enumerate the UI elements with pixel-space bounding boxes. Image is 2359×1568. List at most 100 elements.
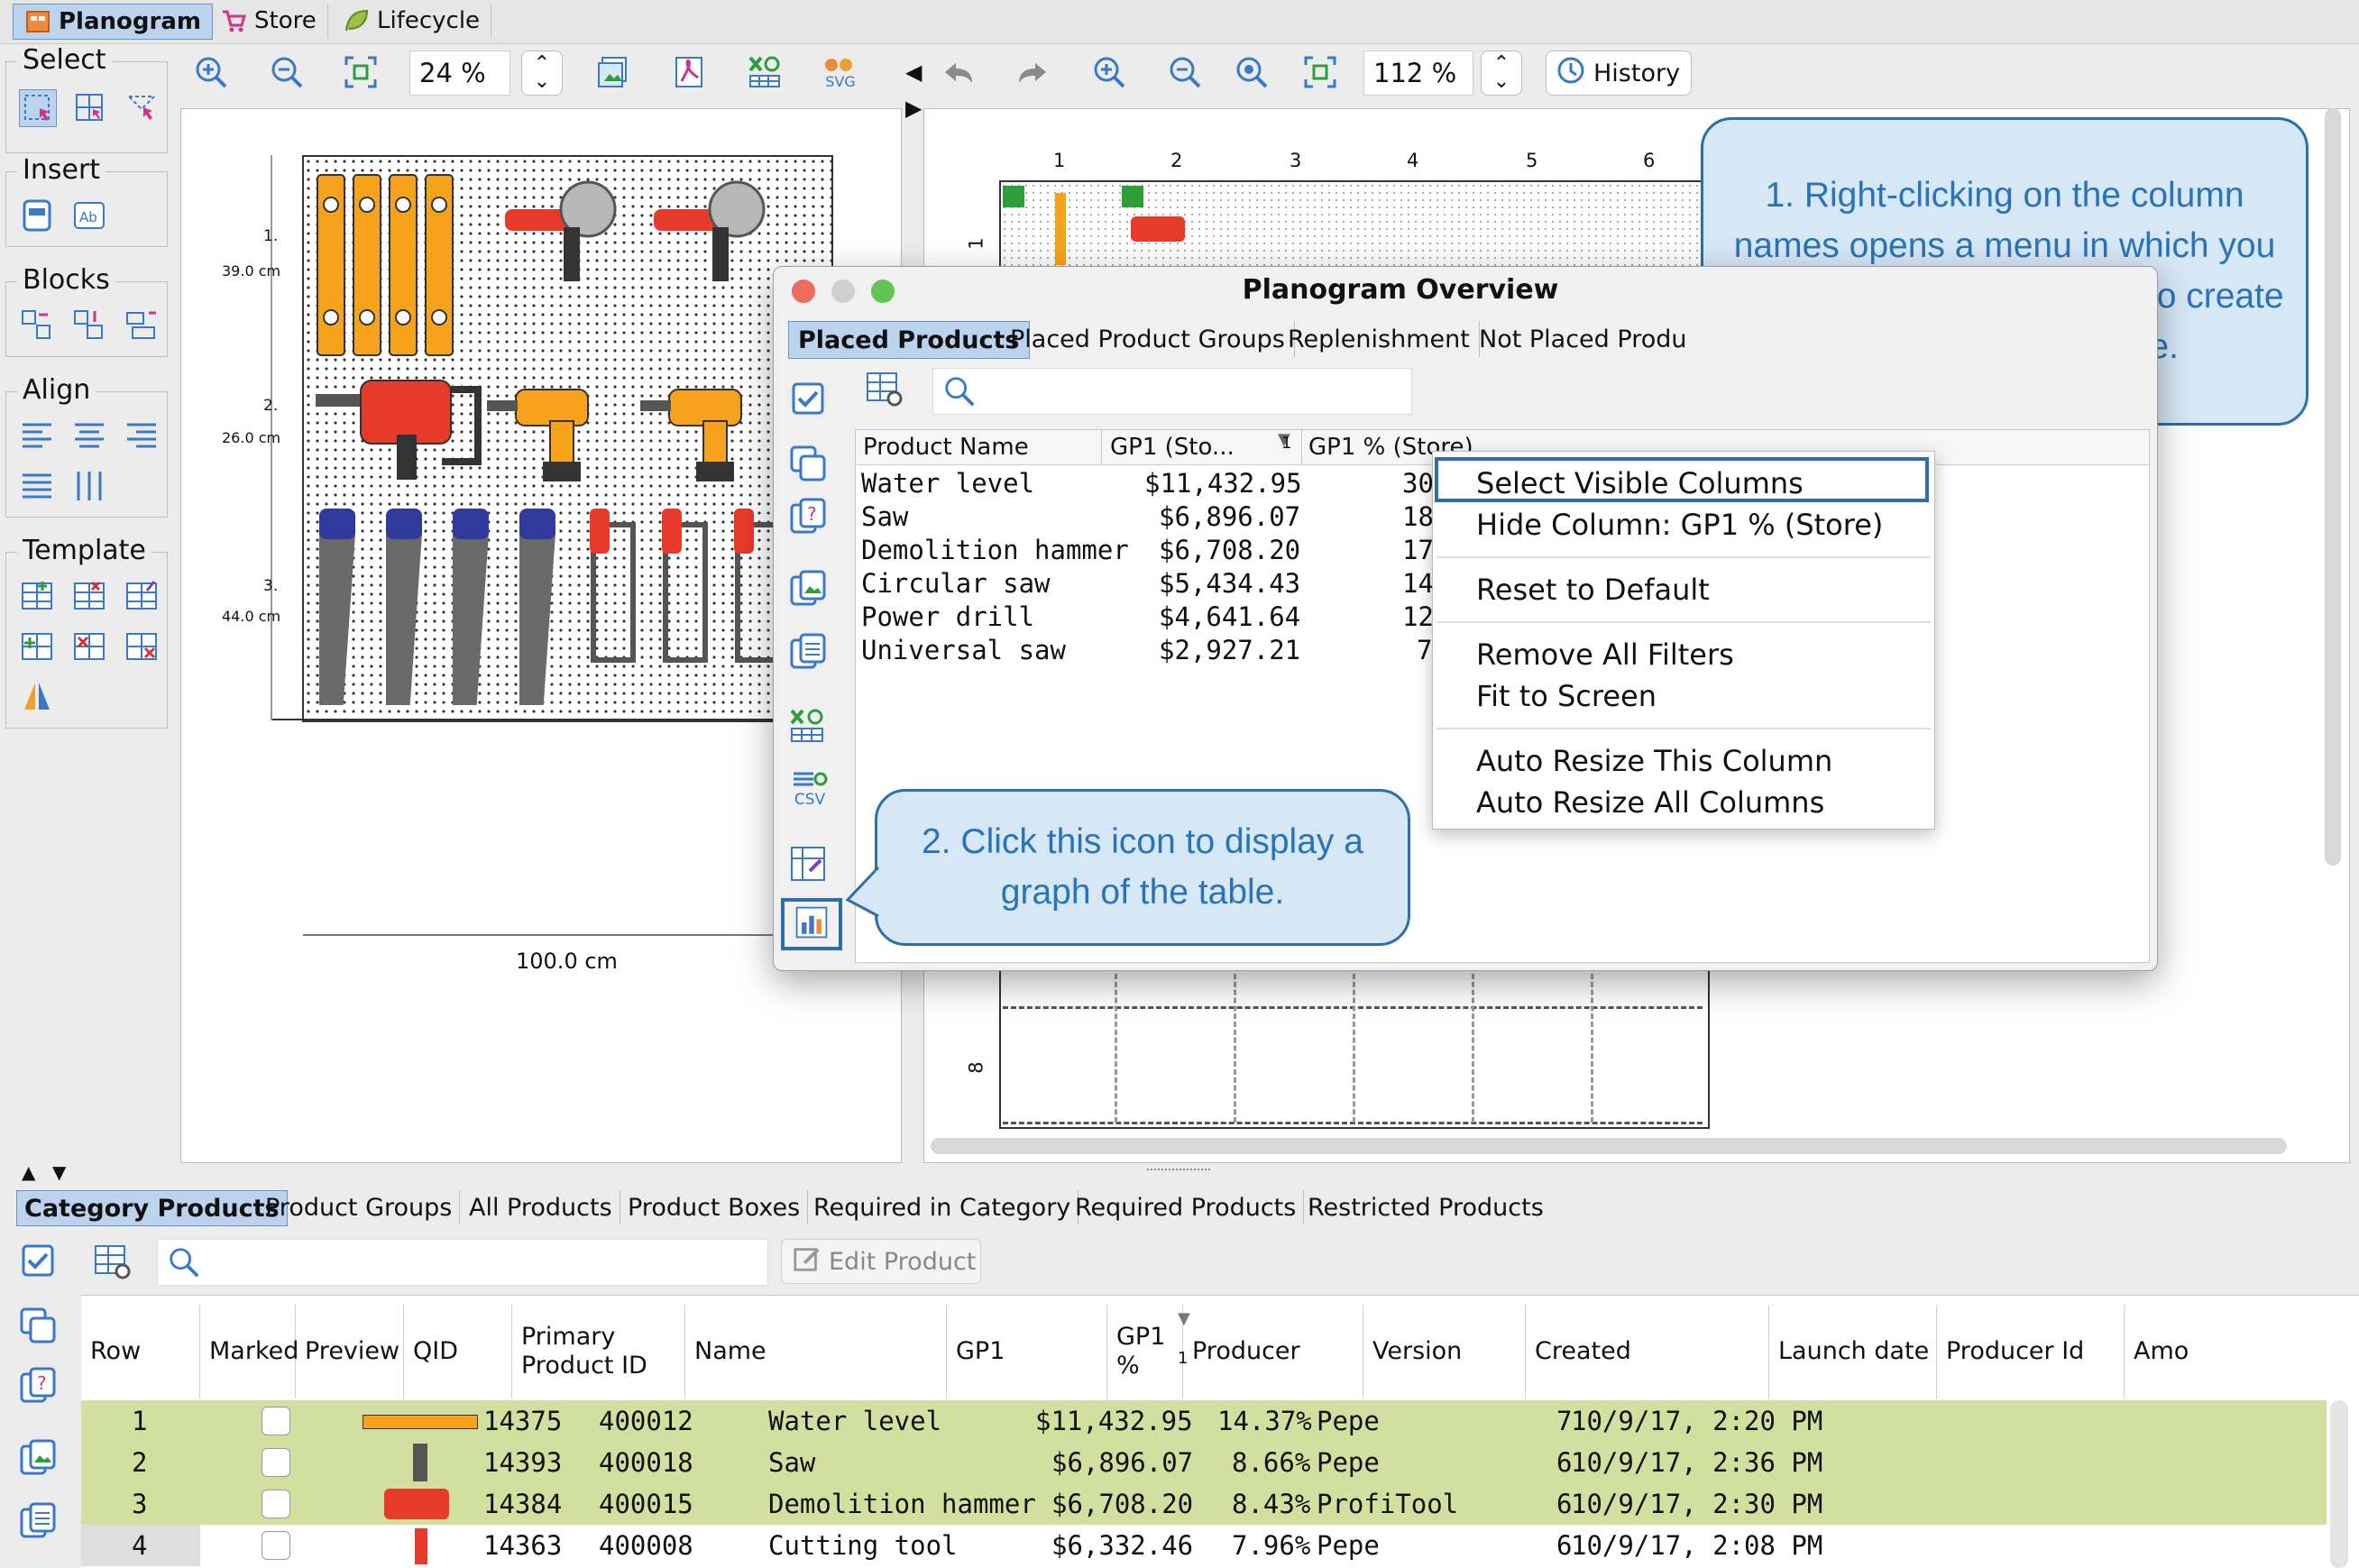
tab-product-groups[interactable]: Product Groups [258, 1190, 461, 1224]
vertical-scrollbar[interactable] [2325, 108, 2341, 866]
row-checkbox[interactable] [262, 1448, 290, 1477]
right-zoom-stepper[interactable]: ⌃ ⌄ [1481, 50, 1522, 96]
menu-reset-to-default[interactable]: Reset to Default [1476, 573, 1710, 607]
tab-planogram[interactable]: Planogram [13, 4, 213, 40]
row-checkbox[interactable] [262, 1407, 290, 1435]
menu-remove-all-filters[interactable]: Remove All Filters [1476, 637, 1734, 672]
tab-all-products[interactable]: All Products [462, 1190, 620, 1224]
tab-replenishment[interactable]: Replenishment [1279, 321, 1480, 357]
align-columns-icon[interactable] [71, 468, 107, 504]
help-document-icon[interactable]: ? [18, 1367, 58, 1410]
table-scrollbar[interactable] [2330, 1400, 2348, 1568]
col-launch-date[interactable]: Launch date [1769, 1305, 1937, 1398]
align-left-icon[interactable] [19, 417, 55, 454]
align-justify-icon[interactable] [19, 468, 55, 504]
col-primary-product-id[interactable]: Primary Product ID [512, 1305, 685, 1398]
template-mirror-icon[interactable] [19, 679, 55, 715]
block-split-icon[interactable] [71, 307, 107, 344]
col-amount[interactable]: Amo [2125, 1305, 2206, 1398]
col-marked[interactable]: Marked [200, 1305, 298, 1398]
col-version[interactable]: Version [1363, 1305, 1526, 1398]
chart-graph-button[interactable] [781, 898, 842, 950]
col-row[interactable]: Row [81, 1305, 200, 1398]
fit-screen-right-icon[interactable] [1299, 50, 1342, 94]
select-shape-icon[interactable] [124, 89, 160, 125]
mark-all-icon[interactable] [788, 379, 831, 422]
panel-collapse-down-icon[interactable]: ▼ [52, 1161, 66, 1183]
block-merge-icon[interactable] [19, 307, 55, 344]
col-name[interactable]: Name [685, 1305, 947, 1398]
table-row[interactable]: 1 14375 400012 Water level $11,432.95 14… [81, 1400, 2327, 1442]
splitter-handle[interactable] [1147, 1169, 1210, 1174]
insert-text-icon[interactable]: Ab [71, 197, 107, 234]
menu-fit-to-screen[interactable]: Fit to Screen [1476, 679, 1657, 713]
help-document-icon[interactable]: ? [788, 498, 831, 541]
overview-search-input[interactable] [932, 368, 1412, 415]
product-search-input[interactable] [157, 1239, 768, 1286]
col-producer-id[interactable]: Producer Id [1937, 1305, 2125, 1398]
excel-export-icon[interactable] [788, 707, 831, 750]
undo-icon[interactable] [936, 50, 979, 94]
template-add-icon[interactable] [19, 578, 55, 614]
horizontal-scrollbar[interactable] [931, 1138, 2287, 1154]
export-image-icon[interactable] [592, 50, 635, 94]
csv-export-icon[interactable]: CSV [788, 770, 831, 813]
tab-category-products[interactable]: Category Products [16, 1190, 288, 1226]
col-created[interactable]: Created [1526, 1305, 1769, 1398]
mark-all-icon[interactable] [18, 1241, 58, 1284]
tab-required-products[interactable]: Required Products [1068, 1190, 1305, 1224]
col-producer[interactable]: Producer [1183, 1305, 1363, 1398]
tab-product-boxes[interactable]: Product Boxes [620, 1190, 809, 1224]
template-remove-icon[interactable] [71, 578, 107, 614]
align-center-icon[interactable] [71, 417, 107, 454]
zoom-out-right-icon[interactable] [1163, 50, 1207, 94]
menu-auto-resize-this-column[interactable]: Auto Resize This Column [1476, 744, 1832, 778]
pane-collapse-right-icon[interactable]: ▶ [905, 96, 922, 121]
col-qid[interactable]: QID [404, 1305, 512, 1398]
select-pointer-icon[interactable] [19, 89, 57, 127]
edit-product-button[interactable]: Edit Product [781, 1239, 981, 1284]
tab-required-in-category[interactable]: Required in Category [806, 1190, 1079, 1224]
col-gp1-pct[interactable]: GP1 % 1 ▼ [1107, 1305, 1190, 1398]
export-excel-icon[interactable] [743, 50, 786, 94]
menu-hide-column[interactable]: Hide Column: GP1 % (Store) [1476, 508, 1883, 542]
template-insert-icon[interactable] [19, 628, 55, 665]
tab-placed-product-groups[interactable]: Placed Product Groups [1001, 321, 1295, 357]
copy-icon[interactable] [788, 444, 831, 487]
row-checkbox[interactable] [262, 1490, 290, 1518]
zoom-in-right-icon[interactable] [1088, 50, 1131, 94]
table-row[interactable]: 4 14363 400008 Cutting tool $6,332.46 7.… [81, 1525, 2327, 1566]
template-delete-icon[interactable] [71, 628, 107, 665]
menu-select-visible-columns[interactable]: Select Visible Columns [1476, 466, 1804, 500]
redo-icon[interactable] [1012, 50, 1055, 94]
tab-not-placed-products[interactable]: Not Placed Produ [1470, 321, 1695, 357]
table-row[interactable]: 3 14384 400015 Demolition hammer $6,708.… [81, 1483, 2327, 1525]
tab-restricted-products[interactable]: Restricted Products [1300, 1190, 1551, 1224]
right-zoom-field[interactable]: 112 % [1363, 50, 1473, 96]
pane-collapse-left-icon[interactable]: ◀ [905, 60, 922, 85]
col-preview[interactable]: Preview [296, 1305, 404, 1398]
table-settings-icon[interactable] [92, 1241, 132, 1284]
col-gp1[interactable]: GP1 [947, 1305, 1107, 1398]
menu-auto-resize-all-columns[interactable]: Auto Resize All Columns [1476, 785, 1824, 820]
list-document-icon[interactable] [18, 1502, 58, 1545]
copy-icon[interactable] [18, 1306, 58, 1349]
row-checkbox[interactable] [262, 1531, 290, 1560]
col-gp1-store[interactable]: GP1 (Sto... [1110, 434, 1235, 461]
zoom-selection-icon[interactable] [1230, 50, 1273, 94]
column-settings-icon[interactable] [788, 844, 831, 887]
table-row[interactable]: 2 14393 400018 Saw $6,896.07 8.66% Pepe … [81, 1442, 2327, 1483]
select-area-icon[interactable] [71, 89, 107, 125]
image-document-icon[interactable] [788, 570, 831, 613]
export-svg-icon[interactable]: SVG [819, 50, 862, 94]
column-context-menu[interactable]: Select Visible Columns Hide Column: GP1 … [1432, 451, 1935, 830]
zoom-out-icon[interactable] [265, 50, 308, 94]
fit-screen-icon[interactable] [339, 50, 382, 94]
block-group-icon[interactable] [124, 307, 160, 344]
template-clear-icon[interactable] [124, 628, 160, 665]
template-edit-icon[interactable] [124, 578, 160, 614]
export-pdf-icon[interactable] [667, 50, 711, 94]
zoom-in-icon[interactable] [189, 50, 233, 94]
store-shelf-row-1[interactable] [999, 180, 1706, 274]
align-right-icon[interactable] [124, 417, 160, 454]
